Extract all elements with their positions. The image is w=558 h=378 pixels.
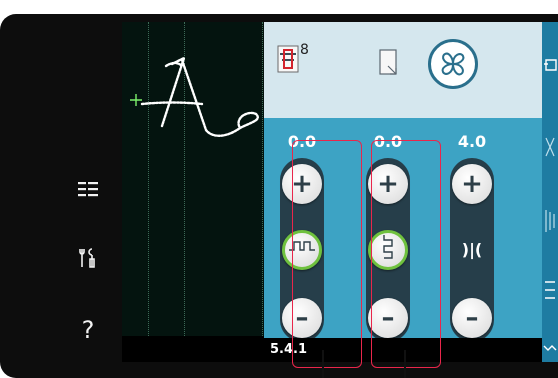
stitch-view-button[interactable]	[368, 36, 408, 84]
density-minus-button[interactable]: –	[452, 298, 492, 338]
wave-icon[interactable]	[542, 340, 558, 370]
transfer-icon[interactable]	[542, 52, 558, 82]
callout-line-position	[404, 350, 406, 378]
preview-status-strip	[122, 336, 264, 362]
top-toolbar: 8	[264, 22, 543, 118]
letter-a-design	[130, 55, 259, 137]
presser-foot-badge: 8	[300, 42, 309, 58]
tools-icon[interactable]	[76, 246, 100, 270]
density-value: 4.0	[457, 132, 487, 151]
machine-bezel: ? 8 0.0 + – 0.0 + – 4.0 +)|(– 5.4.1	[0, 14, 558, 378]
density-plus-button[interactable]: +	[452, 164, 492, 204]
fan-icon	[441, 52, 465, 76]
sequence-icon[interactable]	[542, 206, 558, 236]
help-icon[interactable]: ?	[76, 318, 100, 342]
mirror-icon[interactable]	[542, 276, 558, 306]
list-icon[interactable]	[76, 177, 100, 201]
width-highlight	[292, 140, 362, 368]
scissors-icon[interactable]	[542, 132, 558, 162]
left-icon-bar: ?	[0, 14, 122, 378]
embroidery-preview	[122, 22, 264, 362]
position-highlight	[371, 140, 441, 368]
stitch-view-icon	[379, 49, 397, 75]
callout-line-width	[322, 350, 324, 378]
hoop-button[interactable]	[428, 39, 478, 89]
right-tool-strip	[542, 22, 558, 362]
stitch-density-icon: )|(	[461, 240, 483, 259]
presser-foot-button[interactable]: 8	[274, 36, 314, 84]
density-control: 4.0 + )|( –	[440, 132, 504, 350]
